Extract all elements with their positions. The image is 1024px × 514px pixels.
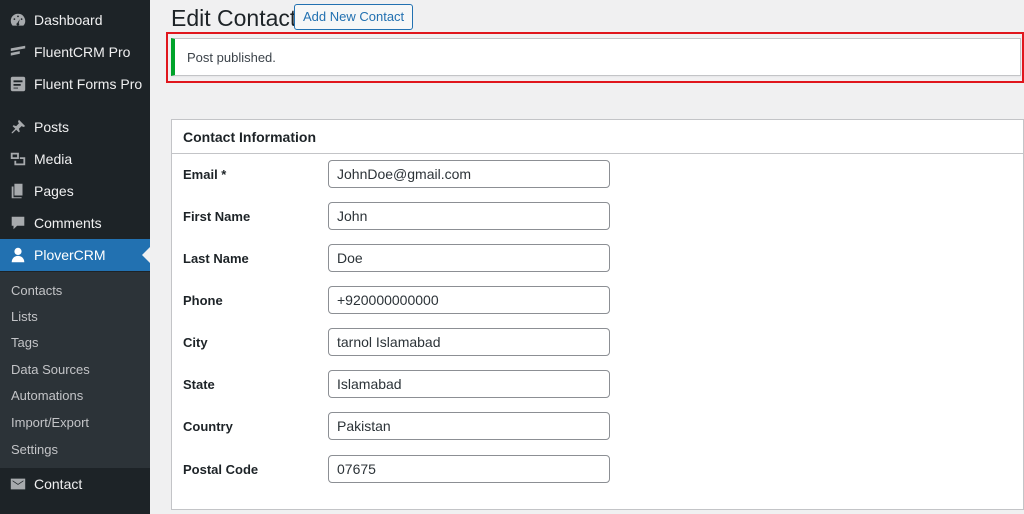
sidebar-item-label: Dashboard [34,12,103,28]
postal-code-field[interactable] [328,455,610,483]
pages-icon [0,182,34,200]
first-name-field[interactable] [328,202,610,230]
field-row-email: Email * [172,160,1024,190]
postal-code-label: Postal Code [183,462,259,477]
success-notice: Post published. [171,38,1021,76]
sidebar-item-label: Posts [34,119,70,135]
sidebar-item-comments[interactable]: Comments [0,207,150,239]
field-row-city: City [172,328,1024,358]
field-row-country: Country [172,412,1024,442]
sidebar-item-label: Media [34,151,73,167]
comments-icon [0,214,34,232]
city-field[interactable] [328,328,610,356]
dashboard-icon [0,11,34,29]
submenu-item-automations[interactable]: Automations [11,386,83,406]
submenu-item-contacts[interactable]: Contacts [11,281,62,301]
field-row-state: State [172,370,1024,400]
admin-sidebar: Dashboard FluentCRM Pro Fluent Forms Pro… [0,0,150,514]
phone-field[interactable] [328,286,610,314]
pushpin-icon [0,118,34,136]
contact-information-panel: Contact Information Email * First Name L… [171,119,1024,510]
city-label: City [183,335,208,350]
fluentforms-icon [0,75,34,93]
media-icon [0,150,34,168]
add-new-contact-button[interactable]: Add New Contact [294,4,414,30]
page-title: Edit Contact [171,5,297,31]
plovercrm-submenu: Contacts Lists Tags Data Sources Automat… [0,272,150,468]
last-name-field[interactable] [328,244,610,272]
sidebar-item-label: Comments [34,215,102,231]
sidebar-item-pages[interactable]: Pages [0,175,150,207]
country-label: Country [183,419,233,434]
last-name-label: Last Name [183,251,249,266]
sidebar-item-label: Pages [34,183,74,199]
notice-text: Post published. [187,50,276,65]
field-row-phone: Phone [172,286,1024,316]
user-icon [0,246,34,264]
sidebar-item-label: Fluent Forms Pro [34,76,143,92]
sidebar-item-label: PloverCRM [34,247,106,263]
email-label: Email * [183,167,227,182]
sidebar-item-contact[interactable]: Contact [0,468,150,500]
submenu-item-data-sources[interactable]: Data Sources [11,360,90,380]
submenu-item-import-export[interactable]: Import/Export [11,413,89,433]
fluentcrm-icon [0,43,34,61]
sidebar-item-fluent-forms[interactable]: Fluent Forms Pro [0,68,150,100]
field-row-first-name: First Name [172,202,1024,232]
submenu-item-lists[interactable]: Lists [11,307,38,327]
phone-label: Phone [183,293,223,308]
field-row-last-name: Last Name [172,244,1024,274]
email-field[interactable] [328,160,610,188]
country-field[interactable] [328,412,610,440]
state-field[interactable] [328,370,610,398]
sidebar-item-dashboard[interactable]: Dashboard [0,4,150,36]
sidebar-item-media[interactable]: Media [0,143,150,175]
first-name-label: First Name [183,209,251,224]
sidebar-item-label: Contact [34,476,83,492]
panel-title: Contact Information [183,128,316,145]
panel-header: Contact Information [172,120,1023,154]
sidebar-item-posts[interactable]: Posts [0,111,150,143]
submenu-item-settings[interactable]: Settings [11,440,58,460]
sidebar-item-label: FluentCRM Pro [34,44,131,60]
sidebar-item-fluentcrm[interactable]: FluentCRM Pro [0,36,150,68]
envelope-icon [0,475,34,493]
submenu-item-tags[interactable]: Tags [11,333,38,353]
field-row-postal-code: Postal Code [172,455,1024,485]
state-label: State [183,377,215,392]
sidebar-item-plovercrm[interactable]: PloverCRM [0,239,150,271]
